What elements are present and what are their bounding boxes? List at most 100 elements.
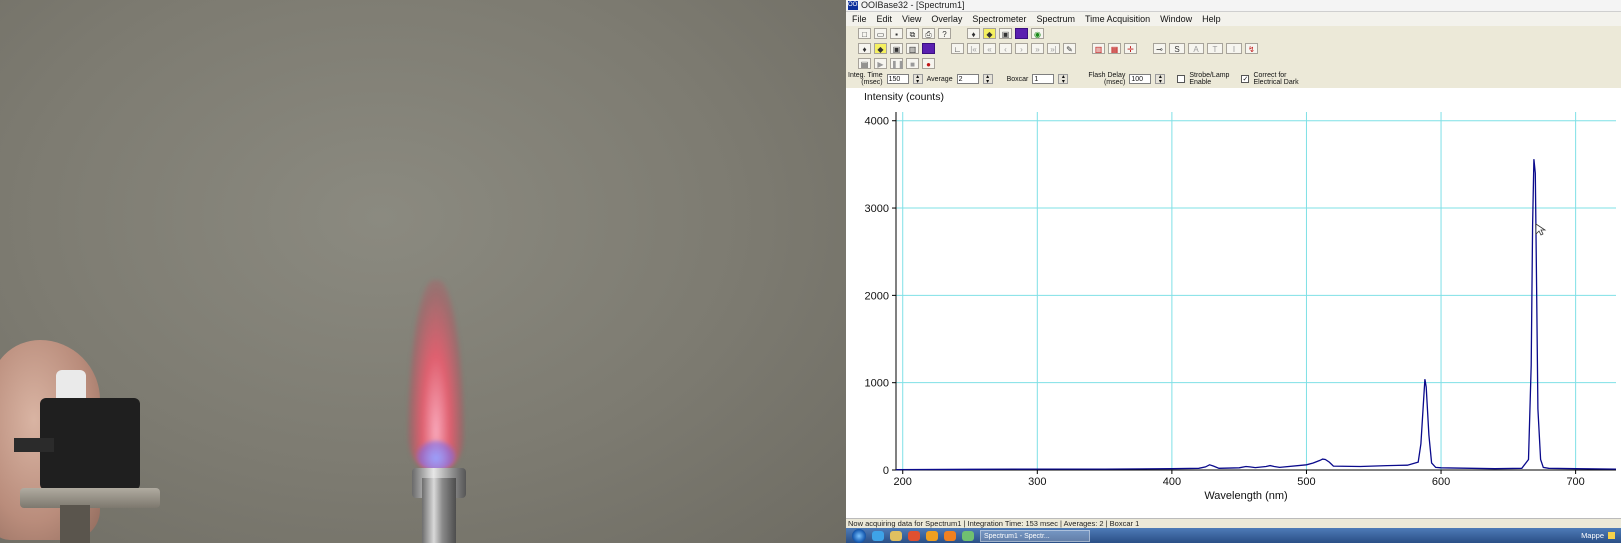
flame-photo: [0, 0, 846, 543]
boxcar-label: Boxcar: [1006, 75, 1029, 83]
next-fast-icon[interactable]: »: [1031, 43, 1044, 54]
menu-spectrometer[interactable]: Spectrometer: [972, 12, 1026, 26]
average-label: Average: [926, 75, 953, 83]
pin-icon[interactable]: ⊸: [1153, 43, 1166, 54]
media-icon[interactable]: [908, 530, 920, 541]
snapshot-icon[interactable]: ▣: [999, 28, 1012, 39]
i-mode-icon[interactable]: I: [1226, 43, 1242, 54]
spectrum-chart: 200 300 400 500 600 700 0 1000 2000 3000 4000 Inten…: [864, 91, 1617, 502]
stand-base: [20, 488, 160, 508]
toolbar-row-3: ▤ ▶ ❚❚ ■ ●: [846, 56, 1621, 71]
strobe-checkbox[interactable]: [1177, 75, 1186, 83]
integ-time-spinner[interactable]: ▴ ▾: [912, 74, 923, 85]
tray-icon[interactable]: [1608, 532, 1615, 539]
spectrum-line: [895, 159, 1617, 471]
menu-file[interactable]: File: [852, 12, 867, 26]
strobe-label: Strobe/Lamp Enable: [1189, 72, 1230, 86]
record-icon[interactable]: ●: [922, 58, 935, 69]
x-tick-label: 300: [1028, 476, 1046, 488]
boxcar-input[interactable]: 1: [1032, 74, 1055, 84]
ie-icon[interactable]: [872, 530, 884, 541]
integ-time-input[interactable]: 150: [886, 74, 909, 84]
app2-icon[interactable]: [962, 530, 974, 541]
taskbar-app-button[interactable]: Spectrum1 - Spectr...: [980, 529, 1090, 542]
y-axis-label: Intensity (counts): [864, 91, 944, 103]
boxcar-spinner[interactable]: ▴ ▾: [1058, 74, 1069, 85]
flash-delay-label: Flash Delay (msec): [1088, 72, 1126, 86]
sprayer-cap: [56, 370, 86, 400]
flame-blue-core: [416, 440, 456, 470]
t-mode-icon[interactable]: T: [1207, 43, 1223, 54]
play-icon[interactable]: ▶: [874, 58, 887, 69]
bulb-icon[interactable]: ♦: [858, 43, 871, 54]
toolbar-row-2: ♦ ◆ ▣ ▥ ∟ |« «‹ ›» »| ✎ ▥ ▦ ✛ ⊸ S A T I ↯: [846, 41, 1621, 56]
y-tick-label: 3000: [865, 203, 889, 215]
menu-help[interactable]: Help: [1202, 12, 1221, 26]
menu-window[interactable]: Window: [1160, 12, 1192, 26]
average-spinner[interactable]: ▴ ▾: [982, 74, 993, 85]
next-icon[interactable]: ›: [1015, 43, 1028, 54]
mouse-cursor-icon: [1535, 223, 1547, 236]
color-icon[interactable]: [1015, 28, 1028, 39]
lamp-icon[interactable]: ♦: [967, 28, 980, 39]
average-input[interactable]: 2: [956, 74, 979, 84]
window-title: OOIBase32 - [Spectrum1]: [861, 0, 965, 10]
pause-icon[interactable]: ❚❚: [890, 58, 904, 69]
x-tick-label: 700: [1566, 476, 1584, 488]
reset-icon[interactable]: ↯: [1245, 43, 1258, 54]
last-icon[interactable]: »|: [1047, 43, 1060, 54]
acquisition-params: Integ. Time (msec) 150 ▴ ▾ Average 2 ▴ ▾ Bo…: [846, 71, 1621, 87]
lamp-on-icon[interactable]: ◆: [983, 28, 996, 39]
folder-icon[interactable]: [926, 530, 938, 541]
cursor-icon[interactable]: ✛: [1124, 43, 1137, 54]
spectrum-plot[interactable]: 200 300 400 500 600 700 0 1000 2000 3000 4000 Inten…: [846, 88, 1621, 518]
tray-text: Mappe: [1581, 531, 1604, 540]
toolbar-row-1: □ ▭ ▪ ⧉ ⎙? ♦ ◆ ▣ ◉: [846, 26, 1621, 41]
eye-icon[interactable]: ◉: [1031, 28, 1044, 39]
chart-icon[interactable]: ▥: [906, 43, 919, 54]
x-tick-label: 400: [1163, 476, 1181, 488]
explorer-icon[interactable]: [890, 530, 902, 541]
prev-fast-icon[interactable]: «: [983, 43, 996, 54]
acquire-icon[interactable]: ▤: [858, 58, 871, 69]
axis-icon[interactable]: ∟: [951, 43, 964, 54]
menu-bar: File Edit View Overlay Spectrometer Spectrum T…: [846, 12, 1621, 26]
flash-delay-input[interactable]: 100: [1129, 74, 1152, 84]
help-icon[interactable]: ?: [938, 28, 951, 39]
menu-view[interactable]: View: [902, 12, 921, 26]
ooibase-window: OOI OOIBase32 - [Spectrum1] File Edit View…: [846, 0, 1621, 543]
firefox-icon[interactable]: [944, 530, 956, 541]
prev-icon[interactable]: ‹: [999, 43, 1012, 54]
grid2-icon[interactable]: ▦: [1108, 43, 1121, 54]
color-icon[interactable]: [922, 43, 935, 54]
print-icon[interactable]: ⎙: [922, 28, 935, 39]
correct-dark-checkbox[interactable]: ✓: [1241, 75, 1250, 83]
integ-time-label: Integ. Time (msec): [848, 72, 883, 86]
save-icon[interactable]: ▪: [890, 28, 903, 39]
start-button[interactable]: [852, 528, 866, 543]
s-mode-icon[interactable]: S: [1169, 43, 1185, 54]
correct-dark-label: Correct for Electrical Dark: [1253, 72, 1299, 86]
y-tick-label: 0: [883, 465, 889, 477]
stand-rod: [60, 505, 90, 543]
pen-icon[interactable]: ✎: [1063, 43, 1076, 54]
y-tick-label: 1000: [865, 378, 889, 390]
app-icon: OOI: [848, 1, 860, 10]
a-mode-icon[interactable]: A: [1188, 43, 1204, 54]
menu-edit[interactable]: Edit: [877, 12, 893, 26]
bulb-yellow-icon[interactable]: ◆: [874, 43, 887, 54]
menu-time-acquisition[interactable]: Time Acquisition: [1085, 12, 1150, 26]
stop-icon[interactable]: ■: [906, 58, 919, 69]
menu-spectrum[interactable]: Spectrum: [1036, 12, 1075, 26]
sprayer-body: [40, 398, 140, 490]
title-bar[interactable]: OOI OOIBase32 - [Spectrum1]: [846, 0, 1621, 12]
flash-delay-spinner[interactable]: ▴ ▾: [1155, 74, 1166, 85]
grid-icon[interactable]: ▥: [1092, 43, 1105, 54]
copy-icon[interactable]: ⧉: [906, 28, 919, 39]
camera-icon[interactable]: ▣: [890, 43, 903, 54]
new-icon[interactable]: □: [858, 28, 871, 39]
menu-overlay[interactable]: Overlay: [931, 12, 962, 26]
open-icon[interactable]: ▭: [874, 28, 887, 39]
first-icon[interactable]: |«: [967, 43, 980, 54]
x-tick-label: 600: [1432, 476, 1450, 488]
